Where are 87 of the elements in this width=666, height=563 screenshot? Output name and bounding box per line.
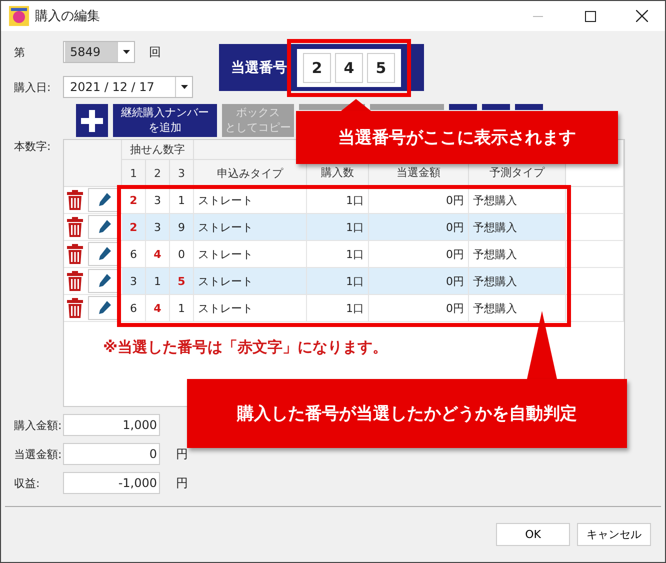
summary-label: 当選金額:	[13, 446, 63, 462]
digit-cell: 3	[146, 214, 170, 241]
digit-cell: 6	[122, 295, 146, 322]
trash-icon[interactable]	[67, 244, 83, 264]
table-cell: 0円	[369, 241, 469, 268]
summary-label: 購入金額:	[13, 418, 63, 432]
callout: 購入した番号が当選したかどうかを自動判定	[187, 379, 627, 448]
digit-cell: 0	[170, 241, 194, 268]
trash-icon[interactable]	[67, 217, 83, 237]
digit-cell: 1	[170, 187, 194, 214]
pencil-icon	[97, 301, 111, 315]
draw-suffix-label: 回	[149, 44, 161, 60]
digit-cell: 3	[122, 268, 146, 295]
winning-digit: 5	[367, 52, 395, 82]
summary-field[interactable]: 1,000	[63, 414, 160, 436]
pencil-icon	[97, 193, 111, 207]
digit-cell: 3	[146, 187, 170, 214]
toolbar-button[interactable]: 継続購入ナンバー を追加	[113, 104, 217, 137]
column-header: 申込みタイプ	[194, 160, 307, 187]
table-cell: 予想購入	[469, 187, 566, 214]
maximize-icon[interactable]	[584, 10, 596, 22]
purchase-date-label: 購入日:	[13, 80, 52, 94]
table-cell: 1口	[307, 268, 369, 295]
unit-label: 円	[176, 474, 188, 492]
close-icon[interactable]	[636, 10, 648, 22]
table-cell: ストレート	[194, 241, 307, 268]
column-header: 抽せん数字	[122, 140, 194, 160]
edit-button[interactable]	[88, 188, 120, 212]
edit-button[interactable]	[88, 269, 120, 293]
digit-cell: 2	[122, 187, 146, 214]
table-cell: 0円	[369, 214, 469, 241]
callout-pointer	[341, 99, 371, 111]
dropdown-caret-icon[interactable]	[180, 85, 188, 89]
winning-digit: 2	[303, 52, 331, 82]
table-cell: 1口	[307, 295, 369, 322]
table-cell: 1口	[307, 214, 369, 241]
digit-cell: 1	[170, 295, 194, 322]
digit-cell: 2	[122, 214, 146, 241]
column-header: 3	[170, 160, 194, 187]
add-button[interactable]	[76, 104, 108, 137]
annotation-note: ※当選した番号は「赤文字」になります。	[103, 338, 388, 357]
table-cell: 1口	[307, 187, 369, 214]
pencil-icon	[97, 247, 111, 261]
digit-cell: 9	[170, 214, 194, 241]
dropdown-caret-icon[interactable]	[122, 50, 130, 54]
edit-button[interactable]	[88, 242, 120, 266]
table-cell: 0円	[369, 295, 469, 322]
trash-icon[interactable]	[67, 298, 83, 318]
cancel-button[interactable]: キャンセル	[577, 523, 651, 546]
table-cell: 予想購入	[469, 295, 566, 322]
main-numbers-label: 本数字:	[13, 139, 52, 155]
trash-icon[interactable]	[67, 190, 83, 210]
pencil-icon	[97, 274, 111, 288]
digit-cell: 4	[146, 241, 170, 268]
table-cell: 予想購入	[469, 268, 566, 295]
column-header: 1	[122, 160, 146, 187]
table-cell: ストレート	[194, 214, 307, 241]
app-logo-icon	[9, 6, 29, 26]
edit-button[interactable]	[88, 296, 120, 320]
draw-prefix-label: 第	[13, 44, 26, 60]
edit-button[interactable]	[88, 215, 120, 239]
table-cell: 1口	[307, 241, 369, 268]
window-title: 購入の編集	[35, 8, 101, 25]
callout-pointer	[527, 311, 557, 379]
table-cell: 予想購入	[469, 241, 566, 268]
table-cell: 0円	[369, 187, 469, 214]
table-cell: ストレート	[194, 295, 307, 322]
table-cell: 0円	[369, 268, 469, 295]
summary-label: 収益:	[13, 476, 41, 490]
table-cell: ストレート	[194, 268, 307, 295]
winning-numbers-label: 当選番号	[231, 58, 287, 76]
pencil-icon	[97, 220, 111, 234]
summary-field[interactable]: -1,000	[63, 472, 160, 494]
winning-digit: 4	[335, 52, 363, 82]
unit-label: 円	[176, 446, 188, 462]
column-header: 2	[146, 160, 170, 187]
summary-field[interactable]: 0	[63, 443, 160, 465]
digit-cell: 1	[146, 268, 170, 295]
ok-button[interactable]: OK	[496, 523, 570, 546]
table-cell: 予想購入	[469, 214, 566, 241]
trash-icon[interactable]	[67, 271, 83, 291]
digit-cell: 4	[146, 295, 170, 322]
table-cell: ストレート	[194, 187, 307, 214]
purchase-date-picker[interactable]: 2021 / 12 / 17	[63, 76, 193, 98]
draw-number-combo[interactable]: 5849	[63, 41, 135, 63]
digit-cell: 6	[122, 241, 146, 268]
digit-cell: 5	[170, 268, 194, 295]
